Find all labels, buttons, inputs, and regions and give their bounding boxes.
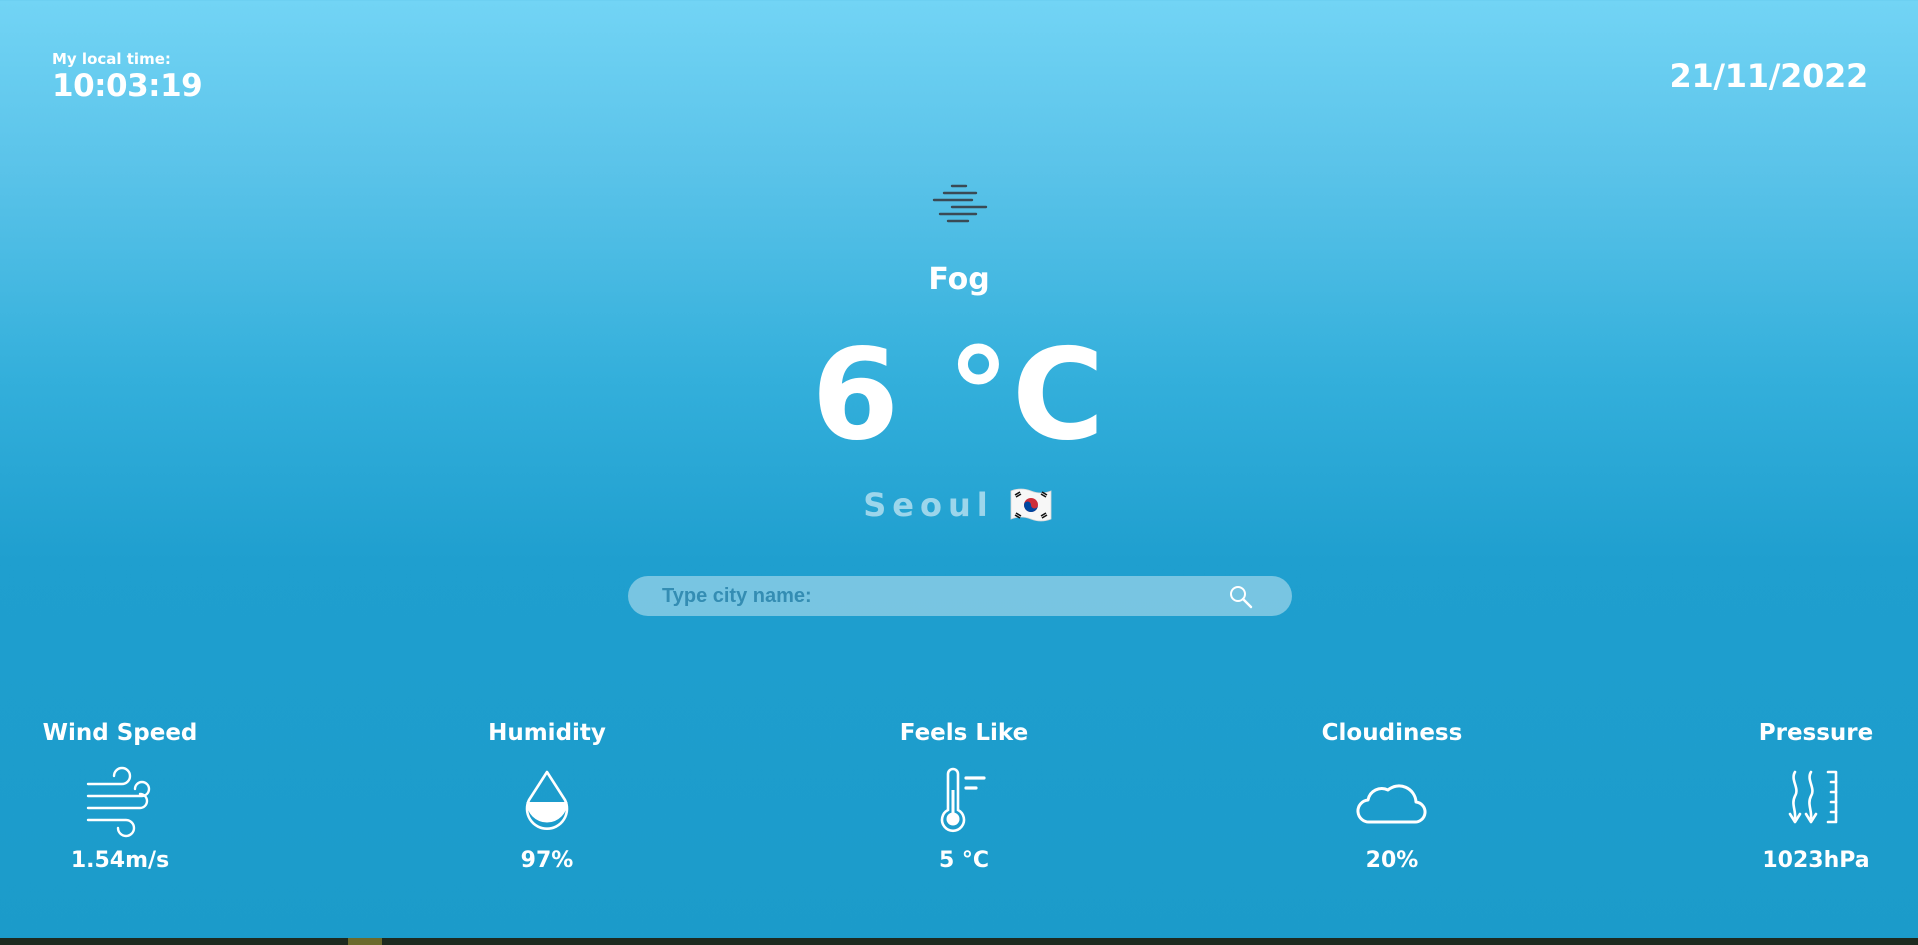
feels-like-title: Feels Like bbox=[899, 720, 1029, 746]
search-bar bbox=[628, 576, 1292, 616]
weather-condition: Fog bbox=[928, 262, 990, 297]
city-name: Seoul bbox=[863, 486, 994, 524]
fog-icon bbox=[932, 184, 988, 223]
city-search-input[interactable] bbox=[662, 576, 1222, 616]
cloudiness-title: Cloudiness bbox=[1321, 720, 1463, 746]
city-row: Seoul bbox=[0, 480, 1918, 530]
stat-humidity: Humidity 97% bbox=[437, 716, 657, 876]
cloudiness-value: 20% bbox=[1365, 848, 1419, 873]
feels-like-value: 5 °C bbox=[938, 848, 990, 873]
pressure-gauge-icon bbox=[1788, 770, 1838, 824]
wind-icon bbox=[86, 766, 151, 838]
search-icon[interactable] bbox=[1228, 584, 1254, 610]
pressure-title: Pressure bbox=[1758, 720, 1874, 746]
stat-cloudiness: Cloudiness 20% bbox=[1282, 716, 1502, 876]
current-temperature: 6 °C bbox=[811, 321, 1107, 468]
south-korea-flag-icon bbox=[1010, 488, 1052, 522]
wind-speed-title: Wind Speed bbox=[42, 720, 198, 746]
taskbar-app-button[interactable] bbox=[348, 938, 382, 945]
humidity-value: 97% bbox=[520, 848, 574, 873]
pressure-value: 1023hPa bbox=[1762, 848, 1870, 873]
humidity-title: Humidity bbox=[488, 720, 606, 746]
local-time-block: My local time: 10:03:19 bbox=[52, 50, 203, 104]
local-time-value: 10:03:19 bbox=[52, 68, 203, 104]
wind-speed-value: 1.54m/s bbox=[70, 848, 170, 873]
current-date: 21/11/2022 bbox=[1669, 57, 1868, 95]
stat-pressure: Pressure 1023hPa bbox=[1706, 716, 1918, 876]
stat-wind-speed: Wind Speed 1.54m/s bbox=[10, 716, 230, 876]
thermometer-icon bbox=[940, 767, 986, 833]
os-taskbar[interactable] bbox=[0, 938, 1918, 945]
local-time-label: My local time: bbox=[52, 50, 171, 68]
stat-feels-like: Feels Like 5 °C bbox=[854, 716, 1074, 876]
cloud-icon bbox=[1356, 784, 1427, 824]
water-drop-icon bbox=[525, 770, 569, 831]
